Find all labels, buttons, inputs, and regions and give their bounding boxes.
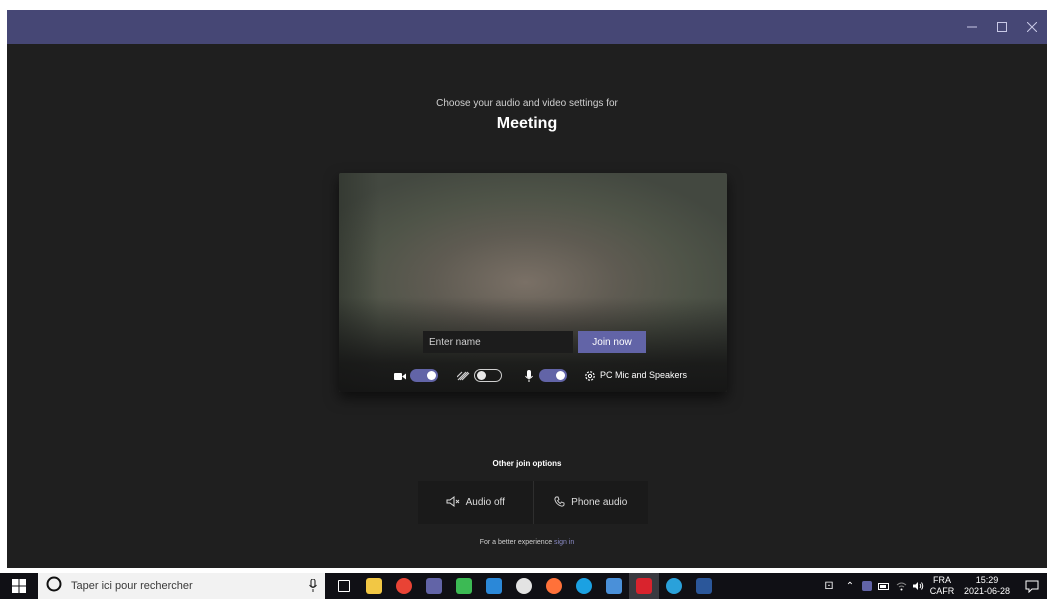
- teams-window: Choose your audio and video settings for…: [7, 10, 1047, 568]
- keyboard-label: CAFR: [929, 586, 955, 596]
- settings-prompt: Choose your audio and video settings for: [436, 98, 618, 109]
- teams-icon[interactable]: [419, 573, 449, 599]
- phone-icon: [554, 496, 565, 510]
- search-placeholder: Taper ici pour rechercher: [71, 580, 193, 592]
- file-explorer-icon[interactable]: [359, 573, 389, 599]
- audio-off-button[interactable]: Audio off: [418, 481, 533, 524]
- camera-icon: [393, 369, 407, 383]
- background-blur-icon: [456, 369, 470, 383]
- speaker-off-icon: [446, 495, 460, 510]
- language-label: FRA: [933, 575, 951, 585]
- lock-app-icon[interactable]: [509, 573, 539, 599]
- teams-tray-icon[interactable]: [859, 581, 875, 591]
- chrome-icon[interactable]: [389, 573, 419, 599]
- remote-desktop-icon-glyph: [606, 578, 622, 594]
- better-experience-note: For a better experience sign in: [7, 539, 1047, 546]
- battery-icon[interactable]: [875, 582, 893, 590]
- background-blur-toggle[interactable]: [474, 369, 502, 382]
- word-icon-glyph: [696, 578, 712, 594]
- firefox-icon-glyph: [546, 578, 562, 594]
- clock-time: 15:29: [975, 575, 999, 585]
- voice-search-icon[interactable]: [309, 578, 317, 597]
- sign-in-link[interactable]: sign in: [554, 539, 574, 546]
- clock-date: 2021-06-28: [963, 586, 1011, 596]
- volume-icon[interactable]: [909, 581, 927, 591]
- other-join-title: Other join options: [492, 459, 562, 468]
- clock[interactable]: 15:29 2021-06-28: [957, 575, 1017, 597]
- task-view-icon[interactable]: [329, 573, 359, 599]
- ca-app-icon-glyph: [486, 578, 502, 594]
- device-controls: PC Mic and Speakers: [339, 367, 727, 385]
- meeting-title: Meeting: [496, 115, 558, 132]
- people-icon[interactable]: ⚀: [817, 581, 841, 592]
- device-label[interactable]: PC Mic and Speakers: [600, 370, 687, 380]
- video-preview: Join now PC Mic and Speakers: [339, 173, 727, 392]
- cortana-icon: [46, 576, 62, 597]
- notifications-icon[interactable]: [1017, 580, 1047, 593]
- other-join-options: Audio off Phone audio: [418, 481, 648, 524]
- taskbar: Taper ici pour rechercher ⚀ ⌃ FRA CAFR 1…: [0, 573, 1047, 599]
- join-now-button[interactable]: Join now: [578, 331, 646, 353]
- taskbar-search[interactable]: Taper ici pour rechercher: [38, 573, 325, 599]
- language-indicator[interactable]: FRA CAFR: [927, 575, 957, 597]
- ca-app-icon[interactable]: [479, 573, 509, 599]
- globe-app-icon[interactable]: [659, 573, 689, 599]
- file-explorer-icon-glyph: [366, 578, 382, 594]
- edge-icon-glyph: [576, 578, 592, 594]
- windows-logo-icon: [12, 579, 26, 593]
- word-icon[interactable]: [689, 573, 719, 599]
- globe-app-icon-glyph: [666, 578, 682, 594]
- phone-audio-button[interactable]: Phone audio: [532, 481, 649, 524]
- teams-icon-glyph: [426, 578, 442, 594]
- acrobat-icon-glyph: [636, 578, 652, 594]
- minimize-icon[interactable]: [957, 10, 987, 44]
- name-input[interactable]: [423, 331, 573, 353]
- acrobat-icon[interactable]: [629, 573, 659, 599]
- maximize-icon[interactable]: [987, 10, 1017, 44]
- audio-off-label: Audio off: [465, 497, 505, 508]
- firefox-icon[interactable]: [539, 573, 569, 599]
- taskbar-apps: [329, 573, 719, 599]
- phone-audio-label: Phone audio: [571, 497, 628, 508]
- device-settings-icon[interactable]: [583, 369, 597, 383]
- start-button[interactable]: [0, 573, 38, 599]
- system-tray: ⚀ ⌃ FRA CAFR 15:29 2021-06-28: [817, 573, 1047, 599]
- remote-desktop-icon[interactable]: [599, 573, 629, 599]
- chrome-icon-glyph: [396, 578, 412, 594]
- title-bar: [7, 10, 1047, 44]
- dollar-app-icon[interactable]: [449, 573, 479, 599]
- microphone-icon: [522, 369, 536, 383]
- task-view-icon-glyph: [338, 580, 350, 592]
- close-icon[interactable]: [1017, 10, 1047, 44]
- microphone-toggle[interactable]: [539, 369, 567, 382]
- better-experience-text: For a better experience: [479, 539, 553, 546]
- show-hidden-icons-icon[interactable]: ⌃: [841, 581, 859, 592]
- camera-toggle[interactable]: [410, 369, 438, 382]
- wifi-icon[interactable]: [893, 582, 909, 591]
- lock-app-icon-glyph: [516, 578, 532, 594]
- edge-icon[interactable]: [569, 573, 599, 599]
- dollar-app-icon-glyph: [456, 578, 472, 594]
- window-controls: [957, 10, 1047, 44]
